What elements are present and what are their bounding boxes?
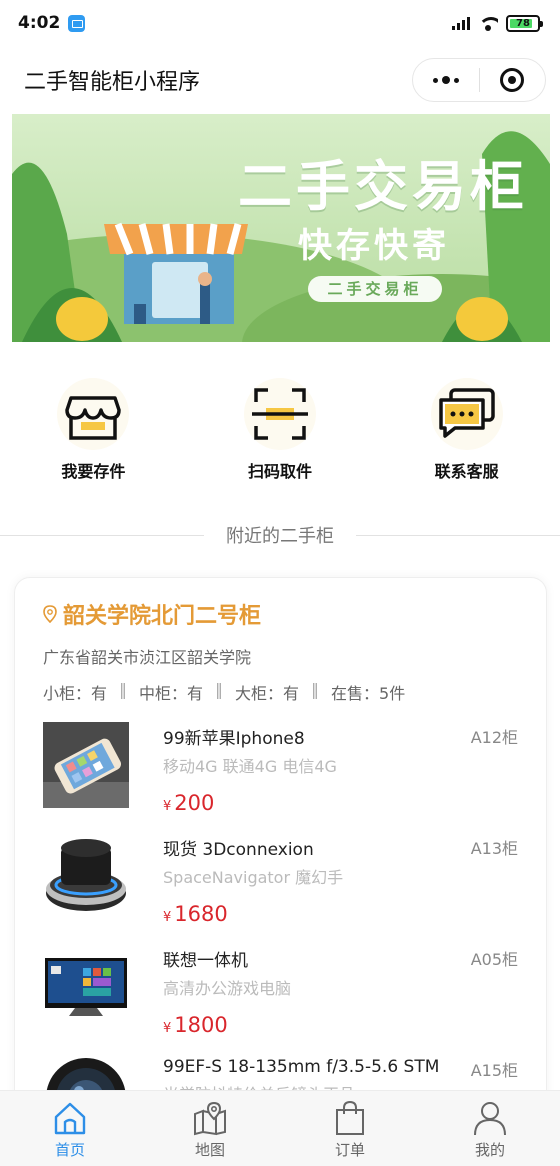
wifi-icon <box>478 15 498 31</box>
scan-pickup-button[interactable]: 扫码取件 <box>187 378 374 482</box>
scan-icon <box>240 378 320 454</box>
battery-level: 78 <box>516 17 530 29</box>
tab-orders-label: 订单 <box>334 1141 365 1159</box>
product-item[interactable]: 联想一体机 高清办公游戏电脑 ¥1800 A05柜 <box>43 944 546 1055</box>
signal-icon <box>452 16 470 30</box>
product-desc: SpaceNavigator 魔幻手 <box>163 868 344 887</box>
battery-icon: 78 <box>506 14 543 32</box>
product-image-spacemouse <box>43 833 129 919</box>
bag-icon <box>330 1099 370 1137</box>
tab-home[interactable]: 首页 <box>0 1091 140 1166</box>
cabinet-card[interactable]: 韶关学院北门二号柜 广东省韶关市浈江区韶关学院 小柜：有 ‖ 中柜：有 ‖ 大柜… <box>14 577 547 1117</box>
banner-slogan: 快存快寄 <box>298 226 450 266</box>
close-mini-program-button[interactable] <box>480 59 546 101</box>
tab-orders[interactable]: 订单 <box>280 1091 420 1166</box>
cabinet-name: 韶关学院北门二号柜 <box>63 604 262 629</box>
close-target-icon <box>500 68 525 92</box>
scan-pickup-label: 扫码取件 <box>248 462 313 481</box>
user-icon <box>470 1099 510 1137</box>
contact-service-label: 联系客服 <box>434 462 499 481</box>
status-bar: 4:02 78 <box>0 0 560 46</box>
product-image-lenovo-aio <box>43 944 129 1030</box>
tab-profile-label: 我的 <box>474 1141 505 1159</box>
product-price: ¥1680 <box>163 902 228 926</box>
product-price: ¥200 <box>163 791 215 815</box>
quick-actions: 我要存件 扫码取件 联系客服 <box>0 378 560 482</box>
locker-slot: A13柜 <box>470 839 518 858</box>
more-button[interactable] <box>413 59 479 101</box>
large-locker-status: 大柜：有 <box>235 684 300 703</box>
cabinet-stats: 小柜：有 ‖ 中柜：有 ‖ 大柜：有 ‖ 在售：5件 <box>43 680 406 703</box>
map-icon <box>190 1099 230 1137</box>
product-item[interactable]: 99新苹果Iphone8 移动4G 联通4G 电信4G ¥200 A12柜 <box>43 722 546 833</box>
contact-service-button[interactable]: 联系客服 <box>373 378 560 482</box>
message-notification-icon <box>68 14 86 32</box>
location-pin-icon <box>43 605 57 623</box>
medium-locker-status: 中柜：有 <box>139 684 204 703</box>
locker-slot: A12柜 <box>470 728 518 747</box>
deposit-item-button[interactable]: 我要存件 <box>0 378 187 482</box>
product-item[interactable]: 现货 3Dconnexion SpaceNavigator 魔幻手 ¥1680 … <box>43 833 546 944</box>
chat-icon <box>427 378 507 454</box>
small-locker-status: 小柜：有 <box>43 684 108 703</box>
more-dots-icon <box>432 76 459 84</box>
nearby-cabinets-header: 附近的二手柜 <box>0 522 560 548</box>
product-image-iphone <box>43 722 129 808</box>
shop-icon <box>53 378 133 454</box>
locker-slot: A05柜 <box>470 950 518 969</box>
locker-slot: A15柜 <box>470 1061 518 1080</box>
tab-profile[interactable]: 我的 <box>420 1091 560 1166</box>
page-title: 二手智能柜小程序 <box>24 70 201 95</box>
cabinet-address: 广东省韶关市浈江区韶关学院 <box>43 648 252 667</box>
banner-tag: 二手交易柜 <box>308 276 442 302</box>
product-desc: 高清办公游戏电脑 <box>163 979 292 998</box>
mini-program-capsule <box>412 58 546 102</box>
section-title: 附近的二手柜 <box>226 526 334 547</box>
home-icon <box>50 1099 90 1137</box>
tab-map[interactable]: 地图 <box>140 1091 280 1166</box>
banner-headline: 二手交易柜 <box>238 155 528 218</box>
promo-banner[interactable]: 二手交易柜 快存快寄 二手交易柜 <box>12 114 550 342</box>
product-list: 99新苹果Iphone8 移动4G 联通4G 电信4G ¥200 A12柜 现货… <box>43 722 546 1116</box>
nav-bar: 二手智能柜小程序 <box>0 46 560 114</box>
tab-bar: 首页 地图 订单 我的 <box>0 1090 560 1166</box>
tab-home-label: 首页 <box>54 1141 85 1159</box>
product-desc: 移动4G 联通4G 电信4G <box>163 757 337 776</box>
product-price: ¥1800 <box>163 1013 228 1037</box>
on-sale-count: 在售：5件 <box>331 684 406 703</box>
deposit-item-label: 我要存件 <box>61 462 126 481</box>
tab-map-label: 地图 <box>194 1141 225 1159</box>
status-time: 4:02 <box>18 13 61 33</box>
